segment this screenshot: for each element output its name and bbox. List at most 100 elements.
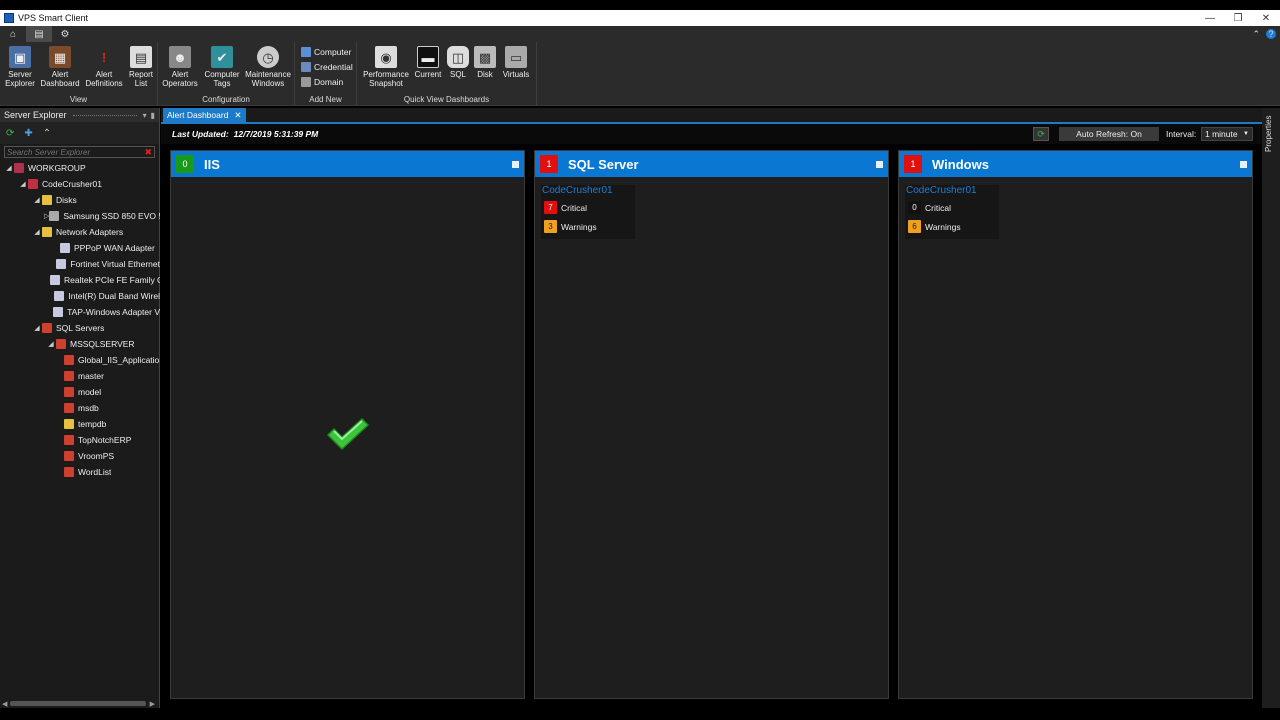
disk-icon [49, 211, 60, 221]
alert-dashboard-button[interactable]: ▦ Alert Dashboard [40, 46, 80, 88]
title-bar: VPS Smart Client — ❐ ✕ [0, 10, 1280, 26]
minimize-button[interactable]: — [1196, 13, 1224, 24]
collapse-ribbon-icon[interactable]: ⌃ [1252, 29, 1260, 40]
alert-count-badge: 1 [540, 155, 558, 173]
dropdown-icon[interactable]: ▾ [143, 111, 151, 120]
tree-item-database[interactable]: WordList [64, 464, 111, 480]
settings-tab[interactable]: ⚙ [52, 26, 78, 42]
tree-item-network-adapters[interactable]: ◢ Network Adapters [32, 224, 123, 240]
database-icon [64, 467, 74, 477]
maximize-panel-icon[interactable] [512, 160, 519, 168]
home-icon: ⌂ [9, 28, 17, 40]
properties-tab[interactable]: Properties [1264, 112, 1273, 152]
tree-item-database[interactable]: master [64, 368, 104, 384]
tree-item-adapter[interactable]: Fortinet Virtual Ethernet [50, 256, 160, 272]
close-button[interactable]: ✕ [1252, 13, 1280, 24]
computer-tags-button[interactable]: ✔ Computer Tags [202, 46, 242, 88]
dashboard-tab[interactable]: ▤ [26, 26, 52, 42]
database-icon [64, 355, 74, 365]
help-icon[interactable]: ? [1266, 28, 1276, 39]
collapse-arrow-icon[interactable]: ◢ [32, 324, 42, 332]
collapse-arrow-icon[interactable]: ◢ [18, 180, 28, 188]
sql-button[interactable]: ◫ SQL [447, 46, 469, 79]
collapse-arrow-icon[interactable]: ◢ [46, 340, 56, 348]
warnings-row: 3 Warnings [541, 220, 635, 233]
refresh-icon: ⟳ [1037, 128, 1045, 139]
tree-item-database[interactable]: msdb [64, 400, 99, 416]
tree-item-workgroup[interactable]: ◢ WORKGROUP [4, 160, 86, 176]
maximize-panel-icon[interactable] [1240, 160, 1247, 168]
collapse-icon[interactable]: ⌃ [43, 128, 51, 139]
scroll-right-icon[interactable]: ▶ [150, 700, 155, 708]
tree-item-adapter[interactable]: TAP-Windows Adapter V [50, 304, 160, 320]
disk-button[interactable]: ▩ Disk [473, 46, 497, 79]
folder-icon [42, 227, 52, 237]
scroll-left-icon[interactable]: ◀ [2, 700, 7, 708]
add-credential-button[interactable]: Credential [301, 62, 353, 72]
alert-definitions-button[interactable]: ! Alert Definitions [84, 46, 124, 89]
critical-count-badge: 7 [544, 201, 557, 214]
panel-sql-server: 1 SQL Server CodeCrusher01 7 Critical 3 … [534, 150, 889, 699]
database-icon [64, 451, 74, 461]
ribbon-group-label: Configuration [202, 95, 250, 104]
pin-icon[interactable]: ▮ [151, 111, 159, 120]
server-explorer-button[interactable]: ▣ Server Explorer [5, 46, 35, 88]
tree-item-sql-instance[interactable]: ◢ MSSQLSERVER [46, 336, 135, 352]
tree-item-database[interactable]: TopNotchERP [64, 432, 131, 448]
server-alert-card[interactable]: CodeCrusher01 0 Critical 6 Warnings [905, 185, 999, 239]
tree-item-database[interactable]: Global_IIS_Applicatio [64, 352, 160, 368]
database-icon: ◫ [447, 46, 469, 68]
collapse-arrow-icon[interactable]: ◢ [32, 228, 42, 236]
server-alert-card[interactable]: CodeCrusher01 7 Critical 3 Warnings [541, 185, 635, 239]
tree-item-adapter[interactable]: PPPoP WAN Adapter [50, 240, 160, 256]
current-button[interactable]: ▬ Current [413, 46, 443, 79]
interval-select[interactable]: 1 minute ▼ [1201, 127, 1253, 141]
ribbon-group-add-new: Computer Credential Domain Add New [295, 42, 357, 106]
report-list-button[interactable]: ▤ Report List [127, 46, 155, 88]
gear-icon: ⚙ [60, 28, 70, 40]
server-name-link[interactable]: CodeCrusher01 [541, 185, 635, 196]
clock-icon: ◷ [257, 46, 279, 68]
tree-item-database[interactable]: VroomPS [64, 448, 114, 464]
dashboard-status-bar: Last Updated: 12/7/2019 5:31:39 PM ⟳ Auto… [161, 124, 1262, 144]
tree-item-adapter[interactable]: Intel(R) Dual Band Wirel [50, 288, 160, 304]
home-tab[interactable]: ⌂ [0, 26, 26, 42]
clear-search-icon[interactable]: ✖ [144, 147, 154, 158]
ribbon-group-configuration: ☻ Alert Operators ✔ Computer Tags ◷ Main… [158, 42, 295, 106]
explorer-search-input[interactable] [5, 147, 135, 157]
network-adapter-icon [54, 291, 65, 301]
add-domain-button[interactable]: Domain [301, 77, 343, 87]
alert-operators-button[interactable]: ☻ Alert Operators [162, 46, 198, 88]
refresh-icon[interactable]: ⟳ [6, 128, 14, 139]
auto-refresh-button[interactable]: Auto Refresh: On [1059, 127, 1159, 141]
warnings-row: 6 Warnings [905, 220, 999, 233]
app-icon [4, 13, 14, 23]
refresh-button[interactable]: ⟳ [1033, 127, 1049, 141]
network-adapter-icon [50, 275, 60, 285]
maintenance-windows-button[interactable]: ◷ Maintenance Windows [244, 46, 292, 88]
tree-item-disks[interactable]: ◢ Disks [32, 192, 77, 208]
tree-item-sql-servers[interactable]: ◢ SQL Servers [32, 320, 104, 336]
maximize-panel-icon[interactable] [876, 160, 883, 168]
add-computer-icon[interactable]: ✚ [24, 128, 32, 139]
virtuals-button[interactable]: ▭ Virtuals [500, 46, 532, 79]
tab-alert-dashboard[interactable]: Alert Dashboard ✕ [163, 108, 246, 122]
collapse-arrow-icon[interactable]: ◢ [32, 196, 42, 204]
tree-item-adapter[interactable]: Realtek PCIe FE Family C [50, 272, 160, 288]
tree-item-database[interactable]: tempdb [64, 416, 106, 432]
add-computer-button[interactable]: Computer [301, 47, 351, 57]
server-name-link[interactable]: CodeCrusher01 [905, 185, 999, 196]
tree-item-disk[interactable]: ▷ Samsung SSD 850 EVO 5 [44, 208, 160, 224]
sql-instance-icon [56, 339, 66, 349]
maximize-button[interactable]: ❐ [1224, 13, 1252, 24]
server-explorer-icon: ▣ [9, 46, 31, 68]
performance-snapshot-button[interactable]: ◉ Performance Snapshot [361, 46, 411, 88]
database-icon [64, 403, 74, 413]
tree-item-database[interactable]: model [64, 384, 101, 400]
horizontal-scrollbar[interactable] [10, 701, 146, 706]
close-tab-icon[interactable]: ✕ [234, 110, 241, 121]
monitor-icon: ▬ [417, 46, 439, 68]
explorer-search-box: ✖ [4, 146, 155, 158]
collapse-arrow-icon[interactable]: ◢ [4, 164, 14, 172]
tree-item-computer[interactable]: ◢ CodeCrusher01 [18, 176, 102, 192]
